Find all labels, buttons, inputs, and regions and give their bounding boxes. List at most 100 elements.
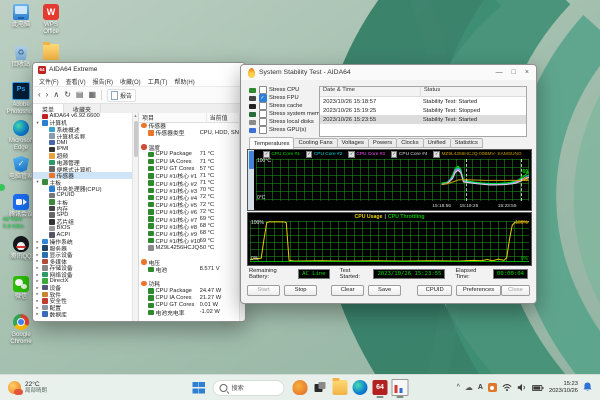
tree-item[interactable]: ▸服务器 <box>33 245 133 252</box>
stress-memory-checkbox[interactable] <box>259 110 267 118</box>
stress-gpu-checkbox[interactable] <box>259 126 267 134</box>
maximize-button[interactable]: □ <box>512 69 516 76</box>
tree-item[interactable]: ▸设备 <box>33 284 133 291</box>
tree-expander[interactable]: ▸ <box>35 285 40 291</box>
start-button[interactable] <box>192 381 206 395</box>
log-col-status[interactable]: Status <box>421 87 440 96</box>
values-group-row[interactable]: 温度 <box>139 144 240 151</box>
tree-expander[interactable]: ▸ <box>35 258 40 264</box>
tree-item[interactable]: ▾主板 <box>33 179 133 186</box>
tree-item[interactable]: AIDA64 v6.92.6600 <box>33 113 133 120</box>
sst-tab-powers[interactable]: Powers <box>369 138 397 148</box>
values-group-row[interactable]: 功耗 <box>139 280 240 287</box>
values-item-row[interactable]: CPU Package24.47 W <box>139 287 240 294</box>
legend-checkbox[interactable]: ✓ <box>391 151 398 158</box>
values-item-row[interactable]: 传感器类型CPU, HDD, SNB <box>139 129 240 136</box>
tree-item[interactable]: ▸网络设备 <box>33 271 133 278</box>
tree-item[interactable]: 芯片组 <box>33 219 133 226</box>
tree-expander[interactable]: ▸ <box>35 245 40 251</box>
save-button[interactable]: Save <box>368 285 401 296</box>
tree-item[interactable]: ▸DirectX <box>33 278 133 285</box>
tree-item[interactable]: 系统概述 <box>33 126 133 133</box>
security-tray-icon[interactable] <box>488 383 497 392</box>
clear-button[interactable]: Clear <box>331 285 364 296</box>
input-method-indicator[interactable]: A <box>478 384 483 391</box>
values-item-row[interactable]: 电池充电率-1.02 W <box>139 309 240 316</box>
hidden-icons-chevron-icon[interactable]: ^ <box>457 384 460 391</box>
values-item-row[interactable]: MZ9L4256HCJQ-00BMV-SA...50 °C <box>139 244 240 251</box>
values-item-row[interactable]: CPU #1/核心 #1069 °C <box>139 237 240 244</box>
log-col-datetime[interactable]: Date & Time <box>320 87 421 96</box>
stress-fpu-checkbox[interactable] <box>259 94 267 102</box>
close-button[interactable]: × <box>525 69 529 76</box>
stress-disks-checkbox[interactable] <box>259 118 267 126</box>
cpuid-button[interactable]: CPUID <box>417 285 452 296</box>
desktop-icon-folder[interactable] <box>36 44 66 62</box>
tree-item[interactable]: SPD <box>33 212 133 219</box>
stress-cache-checkbox[interactable] <box>259 102 267 110</box>
tree-item[interactable]: 电源管理 <box>33 159 133 166</box>
stop-button[interactable]: Stop <box>284 285 317 296</box>
tree-expander[interactable]: ▸ <box>35 265 40 271</box>
tree-item[interactable]: ▸软件 <box>33 291 133 298</box>
desktop-icon-this-pc[interactable]: 此电脑 <box>6 4 36 29</box>
menu-item[interactable]: 工具(T) <box>148 77 168 86</box>
tree-item[interactable]: CPUID <box>33 192 133 199</box>
tree-item[interactable]: ▸操作系统 <box>33 238 133 245</box>
tree-item[interactable]: 主板 <box>33 199 133 206</box>
menu-item[interactable]: 报告(R) <box>93 77 113 86</box>
tree-scrollbar[interactable]: ▲ <box>132 113 138 321</box>
tree-item[interactable]: ▾计算机 <box>33 120 133 127</box>
sst-tab-statistics[interactable]: Statistics <box>451 138 483 148</box>
sst-titlebar[interactable]: System Stability Test - AIDA64 — □ × <box>241 65 536 80</box>
tree-item[interactable]: ACPI <box>33 232 133 239</box>
menu-item[interactable]: 帮助(H) <box>174 77 194 86</box>
tree-item[interactable]: 传感器 <box>33 172 133 179</box>
battery-icon[interactable] <box>532 379 544 397</box>
legend-checkbox[interactable]: ✓ <box>433 151 440 158</box>
legend-checkbox[interactable]: ✓ <box>263 151 270 158</box>
toolbar-forward-icon[interactable]: › <box>46 88 49 102</box>
tree-item[interactable]: ▸数据库 <box>33 311 133 318</box>
tree-item[interactable]: ▸显示设备 <box>33 251 133 258</box>
notification-bell-icon[interactable] <box>583 379 592 397</box>
toolbar-profile-icon[interactable]: ▤ <box>76 88 84 102</box>
tree-expander[interactable]: ▸ <box>35 305 40 311</box>
tree-item[interactable]: BIOS <box>33 225 133 232</box>
sst-tab-voltages[interactable]: Voltages <box>338 138 369 148</box>
column-value[interactable]: 当前值 <box>207 113 228 122</box>
taskbar-fox-button[interactable] <box>292 377 309 398</box>
taskbar-edge-button[interactable] <box>352 377 369 398</box>
tree-expander[interactable]: ▸ <box>35 311 40 317</box>
tree-expander[interactable]: ▾ <box>35 179 40 185</box>
toolbar-up-icon[interactable]: ∧ <box>53 88 59 102</box>
legend-checkbox[interactable]: ✓ <box>306 151 313 158</box>
taskbar-file-explorer-button[interactable] <box>332 377 349 398</box>
tree-item[interactable]: ▸存储设备 <box>33 265 133 272</box>
weather-widget[interactable]: 22°C 局部晴朗 <box>0 375 55 400</box>
tree-scrollbar-thumb[interactable] <box>134 121 138 157</box>
values-item-row[interactable]: CPU IA Cores71 °C <box>139 158 240 165</box>
tree-expander[interactable]: ▸ <box>35 252 40 258</box>
search-box[interactable]: 搜索 <box>213 380 285 396</box>
toolbar-chart-icon[interactable]: ▦ <box>88 88 96 102</box>
log-row[interactable]: 2023/10/26 15:23:55Stability Test: Start… <box>320 115 526 124</box>
sst-tab-clocks[interactable]: Clocks <box>397 138 423 148</box>
toolbar-back-icon[interactable]: ‹ <box>38 88 41 102</box>
tree-expander[interactable]: ▸ <box>35 272 40 278</box>
volume-icon[interactable] <box>517 379 527 397</box>
tree-item[interactable]: ▸配置 <box>33 304 133 311</box>
tree-expander[interactable]: ▾ <box>35 120 40 126</box>
clock[interactable]: 15:23 2023/10/26 <box>549 381 578 394</box>
graph-scrollbar-thumb[interactable] <box>249 151 254 169</box>
onedrive-cloud-icon[interactable]: ☁ <box>465 383 473 392</box>
log-row[interactable]: 2023/10/26 15:19:25Stability Test: Stopp… <box>320 106 526 115</box>
taskbar-aida64-button[interactable] <box>372 377 389 398</box>
minimize-button[interactable]: — <box>496 69 503 76</box>
sst-tab-unified[interactable]: Unified <box>424 138 451 148</box>
tree-expander[interactable]: ▸ <box>35 291 40 297</box>
aida64-titlebar[interactable]: 64 AIDA64 Extreme <box>33 63 245 76</box>
legend-checkbox[interactable]: ✓ <box>348 151 355 158</box>
tree-item[interactable]: ▸多媒体 <box>33 258 133 265</box>
desktop-icon-wps[interactable]: WPS Office <box>36 4 66 35</box>
